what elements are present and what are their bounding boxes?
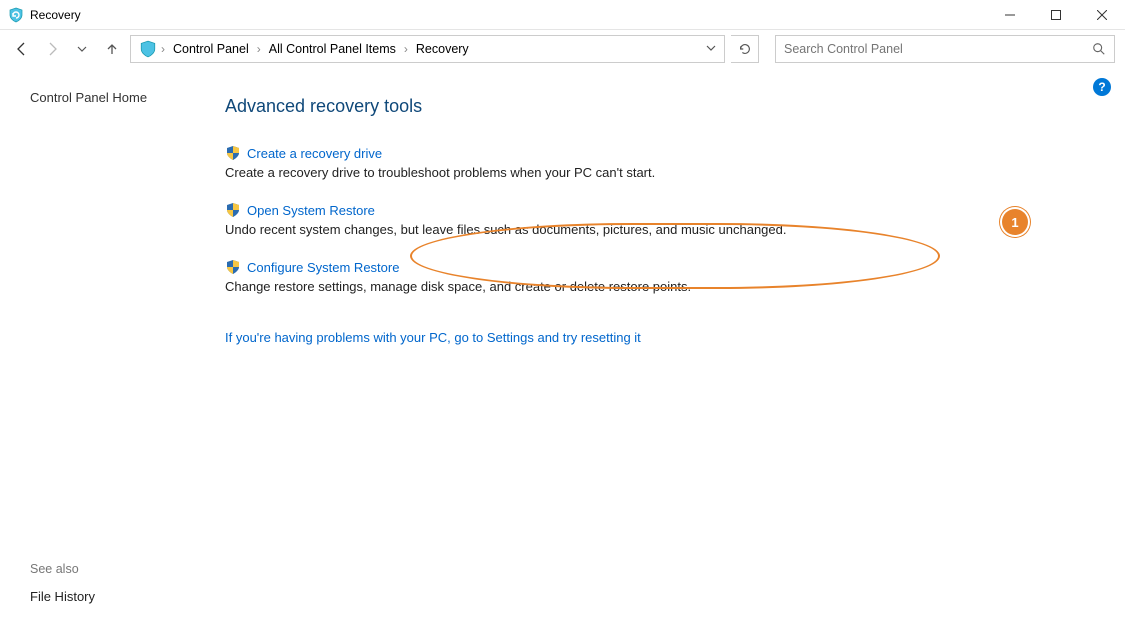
search-box[interactable]: [775, 35, 1115, 63]
breadcrumb-item[interactable]: All Control Panel Items ›: [265, 36, 412, 62]
file-history-link[interactable]: File History: [30, 589, 95, 604]
breadcrumb-label: Control Panel: [169, 42, 253, 56]
back-button[interactable]: [10, 37, 34, 61]
shield-icon: [225, 202, 241, 218]
close-button[interactable]: [1079, 0, 1125, 30]
create-recovery-drive-link[interactable]: Create a recovery drive: [247, 146, 382, 161]
search-icon[interactable]: [1092, 42, 1106, 56]
forward-button[interactable]: [40, 37, 64, 61]
recent-locations-button[interactable]: [70, 37, 94, 61]
search-input[interactable]: [784, 42, 1092, 56]
tool-description: Change restore settings, manage disk spa…: [225, 279, 1085, 294]
tool-configure-system-restore: Configure System Restore Change restore …: [225, 259, 1085, 294]
refresh-button[interactable]: [731, 35, 759, 63]
breadcrumb-label: Recovery: [412, 42, 473, 56]
control-panel-icon: [139, 40, 157, 58]
tool-description: Create a recovery drive to troubleshoot …: [225, 165, 1085, 180]
title-bar: Recovery: [0, 0, 1125, 30]
recovery-app-icon: [8, 7, 24, 23]
see-also-label: See also: [30, 562, 195, 576]
page-heading: Advanced recovery tools: [225, 96, 1085, 117]
shield-icon: [225, 259, 241, 275]
content-area: Control Panel Home See also File History…: [0, 68, 1125, 634]
tool-create-recovery-drive: Create a recovery drive Create a recover…: [225, 145, 1085, 180]
tool-description: Undo recent system changes, but leave fi…: [225, 222, 1085, 237]
breadcrumb-item[interactable]: Recovery: [412, 36, 473, 62]
address-dropdown-button[interactable]: [702, 38, 720, 60]
reset-pc-link[interactable]: If you're having problems with your PC, …: [225, 330, 641, 345]
open-system-restore-link[interactable]: Open System Restore: [247, 203, 375, 218]
minimize-button[interactable]: [987, 0, 1033, 30]
left-pane: Control Panel Home See also File History: [0, 68, 195, 634]
address-bar[interactable]: › Control Panel › All Control Panel Item…: [130, 35, 725, 63]
breadcrumb-item[interactable]: Control Panel ›: [169, 36, 265, 62]
control-panel-home-link[interactable]: Control Panel Home: [30, 90, 195, 105]
tool-open-system-restore: Open System Restore Undo recent system c…: [225, 202, 1085, 237]
main-pane: Advanced recovery tools Create a recover…: [195, 68, 1125, 634]
up-button[interactable]: [100, 37, 124, 61]
window-title: Recovery: [30, 8, 81, 22]
maximize-button[interactable]: [1033, 0, 1079, 30]
breadcrumb-label: All Control Panel Items: [265, 42, 400, 56]
breadcrumb-sep[interactable]: ›: [157, 36, 169, 62]
configure-system-restore-link[interactable]: Configure System Restore: [247, 260, 399, 275]
shield-icon: [225, 145, 241, 161]
nav-bar: › Control Panel › All Control Panel Item…: [0, 30, 1125, 68]
